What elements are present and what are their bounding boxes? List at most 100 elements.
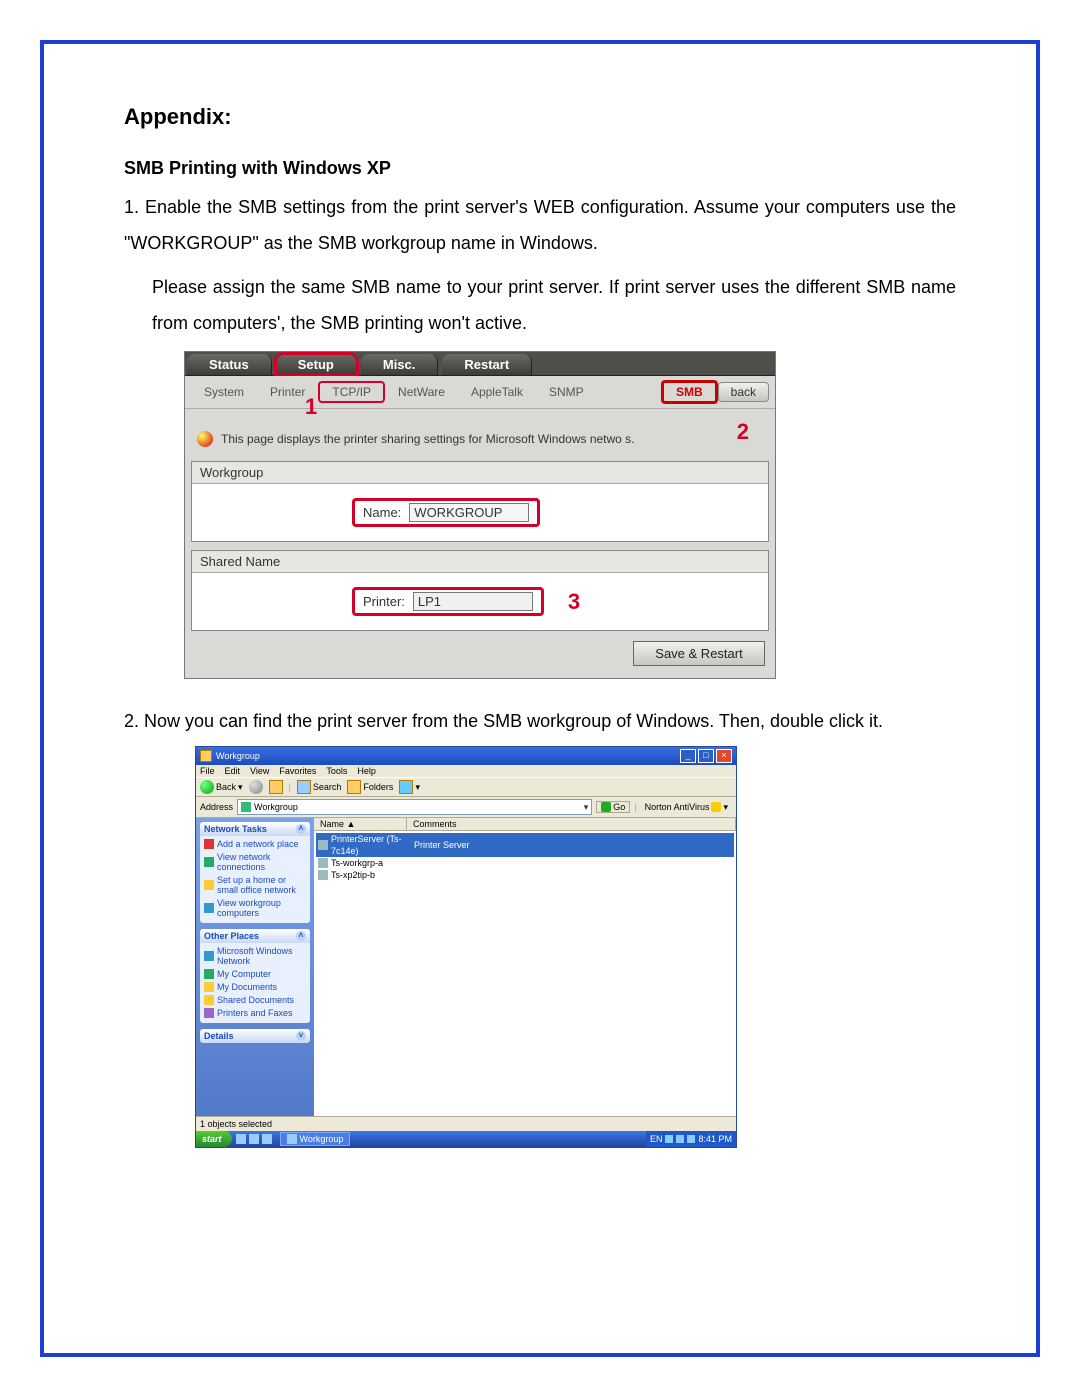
col-name[interactable]: Name ▲ [314, 818, 407, 830]
menu-help[interactable]: Help [357, 766, 376, 776]
tray-icon[interactable] [687, 1135, 695, 1143]
col-comments[interactable]: Comments [407, 818, 736, 830]
save-restart-button[interactable]: Save & Restart [633, 641, 765, 666]
sidebar-item-setup-network[interactable]: Set up a home or small office network [204, 875, 306, 895]
forward-nav-button[interactable] [249, 780, 263, 794]
workgroup-icon [204, 903, 214, 913]
tab-misc[interactable]: Misc. [361, 354, 439, 375]
tab-setup[interactable]: Setup [276, 354, 357, 375]
norton-toolbar[interactable]: Norton AntiVirus ▾ [641, 802, 732, 813]
subtab-netware[interactable]: NetWare [385, 382, 458, 402]
list-item-printer-server[interactable]: PrinterServer (Ts-7c14e) Printer Server [316, 833, 734, 857]
tray-icon[interactable] [665, 1135, 673, 1143]
collapse-icon[interactable]: ˄ [296, 931, 306, 941]
tab-status[interactable]: Status [187, 354, 272, 375]
views-button[interactable]: ▾ [399, 780, 420, 794]
section-subheading: SMB Printing with Windows XP [124, 158, 956, 179]
norton-icon [711, 802, 721, 812]
subtab-system[interactable]: System [191, 382, 257, 402]
sidebar-item-label: Add a network place [217, 839, 299, 849]
up-button[interactable] [269, 780, 283, 794]
system-tray: EN 8:41 PM [646, 1131, 736, 1147]
menu-tools[interactable]: Tools [326, 766, 347, 776]
minimize-button[interactable]: _ [680, 749, 696, 763]
sidebar-item-label: My Computer [217, 969, 271, 979]
setup-network-icon [204, 880, 214, 890]
window-icon [200, 750, 212, 762]
tab-restart[interactable]: Restart [442, 354, 532, 375]
subtab-tcpip[interactable]: TCP/IP [318, 381, 385, 403]
menu-favorites[interactable]: Favorites [279, 766, 316, 776]
sidebar-details: Details˅ [200, 1029, 310, 1043]
row-name: PrinterServer (Ts-7c14e) [331, 833, 411, 857]
printer-name-highlight: Printer: LP1 [352, 587, 544, 616]
sidebar-item-view-workgroup[interactable]: View workgroup computers [204, 898, 306, 918]
expand-icon[interactable]: ˅ [296, 1031, 306, 1041]
sidebar-item-my-documents[interactable]: My Documents [204, 982, 306, 992]
connections-icon [204, 857, 214, 867]
collapse-icon[interactable]: ˄ [296, 824, 306, 834]
quicklaunch-icon[interactable] [236, 1134, 246, 1144]
quick-launch [232, 1134, 276, 1144]
panel-workgroup-header: Workgroup [192, 462, 768, 484]
up-folder-icon [269, 780, 283, 794]
list-item-xp2tip-b[interactable]: Ts-xp2tip-b [316, 869, 734, 881]
taskbar-item-workgroup[interactable]: Workgroup [280, 1132, 351, 1146]
appendix-heading: Appendix: [124, 104, 956, 130]
back-nav-button[interactable]: Back ▾ [200, 780, 243, 794]
quicklaunch-icon[interactable] [249, 1134, 259, 1144]
primary-tab-row: Status Setup Misc. Restart [185, 352, 775, 376]
list-item-workgrp-a[interactable]: Ts-workgrp-a [316, 857, 734, 869]
step-2-paragraph: 2. Now you can find the print server fro… [124, 703, 956, 739]
screenshot-windows-xp-explorer: Workgroup _ □ × File Edit View Favorites… [196, 747, 736, 1147]
column-headers: Name ▲ Comments [314, 818, 736, 831]
tray-icon[interactable] [676, 1135, 684, 1143]
menu-file[interactable]: File [200, 766, 215, 776]
address-field[interactable]: Workgroup ▾ [237, 799, 592, 815]
my-documents-icon [204, 982, 214, 992]
menu-edit[interactable]: Edit [225, 766, 241, 776]
back-button[interactable]: back [718, 382, 769, 402]
sidebar-item-ms-network[interactable]: Microsoft Windows Network [204, 946, 306, 966]
xp-titlebar: Workgroup _ □ × [196, 747, 736, 765]
folders-icon [347, 780, 361, 794]
quicklaunch-icon[interactable] [262, 1134, 272, 1144]
menu-view[interactable]: View [250, 766, 269, 776]
row-name: Ts-xp2tip-b [331, 869, 411, 881]
sidebar-item-my-computer[interactable]: My Computer [204, 969, 306, 979]
views-icon [399, 780, 413, 794]
callout-3: 3 [568, 589, 580, 615]
info-line: This page displays the printer sharing s… [185, 409, 775, 453]
panel-shared-header: Shared Name [192, 551, 768, 573]
sidebar-item-label: View workgroup computers [217, 898, 306, 918]
xp-sidebar: Network Tasks ˄ Add a network place View … [196, 818, 314, 1130]
xp-toolbar: Back ▾ | Search Folders ▾ [196, 777, 736, 797]
subtab-smb[interactable]: SMB [661, 380, 718, 404]
printer-name-input[interactable]: LP1 [413, 592, 533, 611]
search-button[interactable]: Search [297, 780, 342, 794]
screenshot-print-server-ui: Status Setup Misc. Restart System Printe… [184, 351, 776, 679]
network-tasks-title: Network Tasks [204, 824, 267, 834]
go-label: Go [613, 802, 625, 812]
window-title: Workgroup [216, 751, 260, 761]
go-button[interactable]: Go [596, 801, 630, 813]
address-label: Address [200, 802, 233, 812]
start-button[interactable]: start [196, 1131, 232, 1147]
close-button[interactable]: × [716, 749, 732, 763]
folders-button[interactable]: Folders [347, 780, 393, 794]
sidebar-item-add-network-place[interactable]: Add a network place [204, 839, 306, 849]
search-icon [297, 780, 311, 794]
file-list: PrinterServer (Ts-7c14e) Printer Server … [314, 831, 736, 883]
sidebar-item-shared-documents[interactable]: Shared Documents [204, 995, 306, 1005]
tray-lang[interactable]: EN [650, 1134, 663, 1144]
sidebar-item-printers-faxes[interactable]: Printers and Faxes [204, 1008, 306, 1018]
subtab-appletalk[interactable]: AppleTalk [458, 382, 536, 402]
sidebar-item-label: Microsoft Windows Network [217, 946, 306, 966]
workgroup-name-input[interactable]: WORKGROUP [409, 503, 529, 522]
sidebar-item-view-connections[interactable]: View network connections [204, 852, 306, 872]
panel-workgroup: Workgroup Name: WORKGROUP [191, 461, 769, 542]
go-icon [601, 802, 611, 812]
subtab-snmp[interactable]: SNMP [536, 382, 597, 402]
maximize-button[interactable]: □ [698, 749, 714, 763]
callout-2: 2 [737, 419, 749, 445]
